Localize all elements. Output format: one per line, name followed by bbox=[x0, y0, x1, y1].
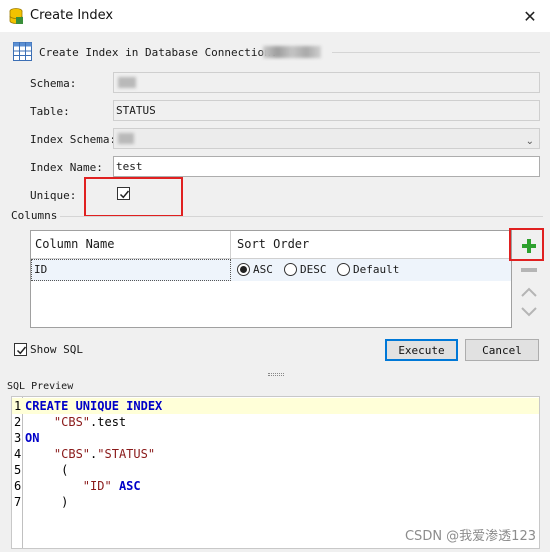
show-sql-checkbox[interactable] bbox=[14, 343, 27, 356]
sql-line: 4 "CBS"."STATUS" bbox=[12, 446, 539, 462]
column-header-sort[interactable]: Sort Order bbox=[231, 231, 511, 258]
sql-code: ( bbox=[25, 462, 68, 478]
unique-label: Unique: bbox=[30, 189, 77, 202]
splitter-handle[interactable] bbox=[268, 373, 284, 376]
sql-token: "ID" bbox=[82, 479, 112, 493]
line-number: 1 bbox=[14, 399, 22, 413]
checkmark-icon bbox=[16, 346, 27, 355]
line-number: 2 bbox=[14, 415, 22, 429]
sql-token: ( bbox=[25, 463, 69, 477]
remove-column-button[interactable] bbox=[518, 259, 540, 281]
index-name-label: Index Name: bbox=[30, 161, 103, 174]
sql-token: "STATUS" bbox=[97, 447, 156, 461]
sql-line: 3 ON bbox=[12, 430, 539, 446]
columns-table: Column Name Sort Order ID ASC DESC Defau… bbox=[30, 230, 512, 328]
database-icon bbox=[9, 8, 23, 24]
highlight-box-unique bbox=[84, 177, 183, 217]
title-bar: Create Index ✕ bbox=[0, 0, 550, 32]
sql-line: 1 CREATE UNIQUE INDEX bbox=[12, 398, 539, 414]
sort-desc-radio[interactable] bbox=[284, 263, 297, 276]
sql-code: "ID" ASC bbox=[25, 478, 141, 494]
index-schema-value-redacted bbox=[118, 133, 134, 144]
chevron-down-icon bbox=[521, 307, 537, 317]
line-number: 3 bbox=[14, 431, 22, 445]
cancel-button[interactable]: Cancel bbox=[465, 339, 539, 361]
column-name-cell[interactable]: ID bbox=[31, 259, 231, 281]
separator bbox=[332, 52, 540, 53]
window-title: Create Index bbox=[30, 8, 114, 23]
sql-token: .test bbox=[90, 415, 127, 429]
move-down-button[interactable] bbox=[518, 301, 540, 323]
table-field: STATUS bbox=[113, 100, 540, 121]
connection-name-redacted bbox=[263, 46, 321, 58]
schema-value-redacted bbox=[118, 77, 136, 88]
close-button[interactable]: ✕ bbox=[518, 4, 542, 28]
sort-desc-label: DESC bbox=[300, 263, 327, 276]
sql-code: "CBS".test bbox=[25, 414, 126, 430]
connection-label: Create Index in Database Connection: bbox=[39, 46, 278, 59]
sql-token: ) bbox=[25, 495, 69, 509]
sql-token: ON bbox=[25, 431, 40, 445]
chevron-up-icon bbox=[521, 287, 537, 297]
show-sql-label: Show SQL bbox=[30, 343, 83, 356]
sql-code: ) bbox=[25, 494, 68, 510]
minus-icon bbox=[521, 268, 537, 272]
sql-token: "CBS" bbox=[53, 415, 91, 429]
index-name-input[interactable]: test bbox=[113, 156, 540, 177]
sql-code: "CBS"."STATUS" bbox=[25, 446, 155, 462]
line-number: 4 bbox=[14, 447, 22, 461]
table-label: Table: bbox=[30, 105, 70, 118]
schema-field bbox=[113, 72, 540, 93]
execute-button[interactable]: Execute bbox=[385, 339, 458, 361]
close-icon: ✕ bbox=[523, 6, 537, 26]
sql-token: "CBS" bbox=[53, 447, 91, 461]
sql-line: 5 ( bbox=[12, 462, 539, 478]
sql-code: CREATE UNIQUE INDEX bbox=[25, 398, 162, 414]
sort-asc-label: ASC bbox=[253, 263, 273, 276]
table-grid-icon bbox=[13, 42, 32, 61]
move-up-button[interactable] bbox=[518, 281, 540, 303]
chevron-down-icon: ⌄ bbox=[525, 136, 534, 147]
columns-separator bbox=[58, 216, 543, 217]
dialog-body: Create Index in Database Connection: Sch… bbox=[0, 32, 550, 552]
line-number: 7 bbox=[14, 495, 22, 509]
line-number: 5 bbox=[14, 463, 22, 477]
sql-line: 6 "ID" ASC bbox=[12, 478, 539, 494]
sql-line: 7 ) bbox=[12, 494, 539, 510]
index-schema-select[interactable]: ⌄ bbox=[113, 128, 540, 149]
sql-code: ON bbox=[25, 430, 39, 446]
schema-label: Schema: bbox=[30, 77, 77, 90]
sort-asc-radio[interactable] bbox=[237, 263, 250, 276]
table-row[interactable]: ID ASC DESC Default bbox=[31, 259, 511, 281]
sort-default-radio[interactable] bbox=[337, 263, 350, 276]
sql-token: CREATE UNIQUE INDEX bbox=[25, 399, 163, 413]
watermark: CSDN @我爱渗透123 bbox=[404, 529, 536, 544]
sort-default-label: Default bbox=[353, 263, 400, 276]
line-number: 6 bbox=[14, 479, 22, 493]
sql-token: ASC bbox=[118, 479, 141, 493]
sql-line: 2 "CBS".test bbox=[12, 414, 539, 430]
columns-label: Columns bbox=[11, 209, 61, 222]
column-header-name[interactable]: Column Name bbox=[31, 231, 231, 258]
sql-preview-label: SQL Preview bbox=[7, 381, 74, 392]
index-schema-label: Index Schema: bbox=[30, 133, 117, 146]
highlight-box-add bbox=[509, 228, 544, 261]
